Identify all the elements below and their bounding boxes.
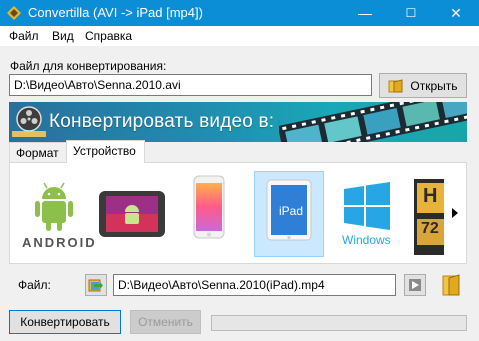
play-button[interactable] <box>404 274 426 296</box>
app-icon <box>7 6 21 20</box>
film-reel-icon <box>12 106 46 137</box>
convert-button[interactable]: Конвертировать <box>9 310 121 334</box>
device-scroll-right-button[interactable] <box>444 163 466 263</box>
open-output-folder-button[interactable] <box>441 272 461 298</box>
film-strip-icon <box>279 102 467 142</box>
main-panel: Файл для конвертирования: D:\Видео\Авто\… <box>0 46 479 341</box>
device-windows-label: Windows <box>342 233 391 247</box>
convert-banner: Конвертировать видео в: <box>9 102 467 142</box>
device-ipad[interactable]: iPad <box>254 171 324 257</box>
cancel-button[interactable]: Отменить <box>130 310 201 334</box>
folder-icon <box>388 78 403 92</box>
menu-file[interactable]: Файл <box>9 29 39 43</box>
folder-icon <box>442 274 460 296</box>
menu-bar: Файл Вид Справка <box>0 26 479 46</box>
device-hd-label-bottom: 72 <box>421 220 439 237</box>
output-file-field[interactable]: D:\Видео\Авто\Senna.2010(iPad).mp4 <box>113 274 396 296</box>
input-file-label: Файл для конвертирования: <box>10 59 167 73</box>
device-windows[interactable]: Windows <box>332 171 402 257</box>
output-folder-button[interactable] <box>85 274 107 296</box>
window-title: Convertilla (AVI -> iPad [mp4]) <box>28 5 203 20</box>
banner-title: Конвертировать видео в: <box>49 111 275 132</box>
device-android-label: ANDROID <box>22 235 97 250</box>
tab-format[interactable]: Формат <box>9 142 67 162</box>
close-button[interactable]: ✕ <box>433 0 479 26</box>
iphone-icon <box>193 175 225 239</box>
open-button-label: Открыть <box>410 78 458 93</box>
device-list: ANDROID iPad Windows H 72 <box>9 162 467 264</box>
open-folder-icon <box>88 279 103 292</box>
chevron-right-icon <box>452 208 458 218</box>
device-android[interactable]: ANDROID <box>16 171 95 257</box>
maximize-button[interactable]: ☐ <box>388 0 434 26</box>
play-icon <box>409 279 421 291</box>
input-file-field[interactable]: D:\Видео\Авто\Senna.2010.avi <box>9 74 372 96</box>
device-hd-720[interactable]: H 72 <box>412 171 444 257</box>
tab-device[interactable]: Устройство <box>66 140 145 163</box>
minimize-button[interactable]: — <box>342 0 388 26</box>
progress-bar <box>211 315 467 331</box>
device-hd-label-top: H <box>423 185 438 207</box>
open-button[interactable]: Открыть <box>379 73 467 98</box>
title-bar: Convertilla (AVI -> iPad [mp4]) — ☐ ✕ <box>0 0 479 26</box>
device-iphone[interactable] <box>180 171 240 257</box>
device-android-tablet[interactable] <box>96 171 170 257</box>
menu-help[interactable]: Справка <box>85 29 132 43</box>
android-tablet-icon <box>99 191 165 237</box>
device-ipad-label: iPad <box>279 204 304 218</box>
menu-view[interactable]: Вид <box>52 29 74 43</box>
hd-720-icon <box>414 179 444 255</box>
output-file-label: Файл: <box>18 278 51 292</box>
